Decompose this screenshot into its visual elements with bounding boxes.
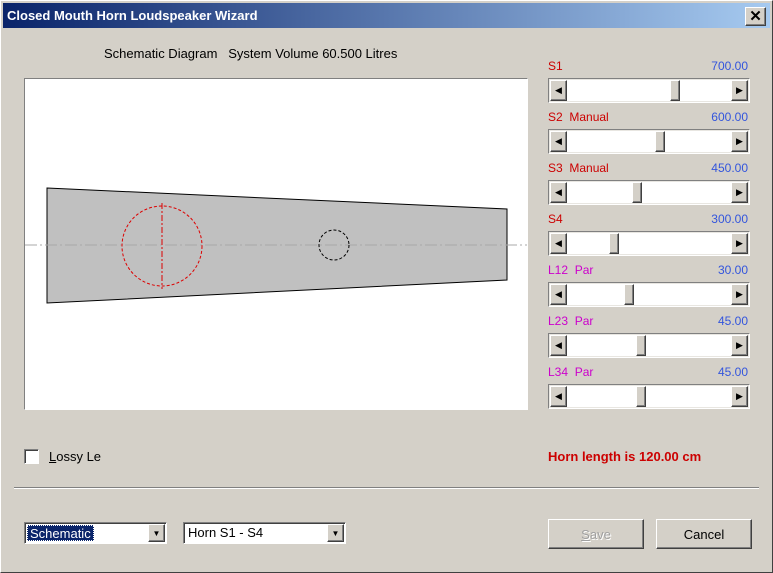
horn-length-text: Horn length is 120.00 cm xyxy=(548,449,702,464)
scrollbar-track-right[interactable] xyxy=(665,131,731,152)
scrollbar-thumb[interactable] xyxy=(624,284,634,305)
scrollbar-track-left[interactable] xyxy=(567,182,632,203)
param-scrollbar[interactable]: ◀ ▶ xyxy=(548,78,750,103)
separator xyxy=(14,487,759,489)
arrow-left-icon[interactable]: ◀ xyxy=(550,335,567,356)
scrollbar-thumb[interactable] xyxy=(670,80,680,101)
scrollbar-thumb[interactable] xyxy=(636,335,646,356)
param-label: S2 Manual xyxy=(548,110,609,124)
arrow-right-icon[interactable]: ▶ xyxy=(731,335,748,356)
title-bar: Closed Mouth Horn Loudspeaker Wizard ✕ xyxy=(3,3,770,28)
close-button[interactable]: ✕ xyxy=(745,7,766,26)
scrollbar-track-left[interactable] xyxy=(567,80,670,101)
arrow-right-icon[interactable]: ▶ xyxy=(731,284,748,305)
param-value: 450.00 xyxy=(711,161,748,175)
param-value: 30.00 xyxy=(717,263,748,277)
param-scrollbar[interactable]: ◀ ▶ xyxy=(548,180,750,205)
arrow-right-icon[interactable]: ▶ xyxy=(731,386,748,407)
window-title: Closed Mouth Horn Loudspeaker Wizard xyxy=(7,8,258,23)
arrow-left-icon[interactable]: ◀ xyxy=(550,80,567,101)
close-icon: ✕ xyxy=(749,8,762,25)
param-value: 45.00 xyxy=(717,365,748,379)
dropdown-arrow-icon[interactable]: ▼ xyxy=(327,524,344,542)
horn-section-value: Horn S1 - S4 xyxy=(188,525,264,540)
scrollbar-track-left[interactable] xyxy=(567,233,609,254)
param-scrollbar[interactable]: ◀ ▶ xyxy=(548,231,750,256)
dropdown-arrow-icon[interactable]: ▼ xyxy=(148,524,165,542)
arrow-right-icon[interactable]: ▶ xyxy=(731,80,748,101)
param-label: L12 Par xyxy=(548,263,594,277)
scrollbar-thumb[interactable] xyxy=(632,182,642,203)
horn-section-combo[interactable]: Horn S1 - S4 ▼ xyxy=(183,522,346,544)
cancel-button[interactable]: Cancel xyxy=(656,519,752,549)
save-button-accel: S xyxy=(581,526,590,542)
param-scrollbar[interactable]: ◀ ▶ xyxy=(548,333,750,358)
param-label: L23 Par xyxy=(548,314,594,328)
lossy-le-checkbox[interactable] xyxy=(24,449,39,464)
arrow-right-icon[interactable]: ▶ xyxy=(731,182,748,203)
param-label: S1 xyxy=(548,59,563,73)
diagram-title: Schematic Diagram System Volume 60.500 L… xyxy=(104,46,398,61)
lossy-le-label-text: ossy Le xyxy=(56,449,102,464)
wizard-window: Closed Mouth Horn Loudspeaker Wizard ✕ S… xyxy=(0,0,773,573)
save-button-text: ave xyxy=(589,526,611,542)
save-button[interactable]: Save xyxy=(548,519,644,549)
scrollbar-track-left[interactable] xyxy=(567,131,655,152)
scrollbar-track-left[interactable] xyxy=(567,335,636,356)
scrollbar-track-right[interactable] xyxy=(619,233,731,254)
horn-schematic xyxy=(25,187,527,304)
arrow-left-icon[interactable]: ◀ xyxy=(550,233,567,254)
scrollbar-thumb[interactable] xyxy=(636,386,646,407)
param-label: L34 Par xyxy=(548,365,594,379)
param-value: 600.00 xyxy=(711,110,748,124)
param-scrollbar[interactable]: ◀ ▶ xyxy=(548,282,750,307)
param-value: 700.00 xyxy=(711,59,748,73)
arrow-left-icon[interactable]: ◀ xyxy=(550,386,567,407)
arrow-left-icon[interactable]: ◀ xyxy=(550,182,567,203)
scrollbar-track-right[interactable] xyxy=(646,335,731,356)
scrollbar-track-right[interactable] xyxy=(646,386,731,407)
arrow-left-icon[interactable]: ◀ xyxy=(550,131,567,152)
scrollbar-track-left[interactable] xyxy=(567,386,636,407)
arrow-left-icon[interactable]: ◀ xyxy=(550,284,567,305)
param-value: 300.00 xyxy=(711,212,748,226)
param-label: S3 Manual xyxy=(548,161,609,175)
param-value: 45.00 xyxy=(717,314,748,328)
param-scrollbar[interactable]: ◀ ▶ xyxy=(548,384,750,409)
scrollbar-track-right[interactable] xyxy=(634,284,731,305)
scrollbar-thumb[interactable] xyxy=(609,233,619,254)
arrow-right-icon[interactable]: ▶ xyxy=(731,233,748,254)
scrollbar-thumb[interactable] xyxy=(655,131,665,152)
scrollbar-track-right[interactable] xyxy=(642,182,731,203)
lossy-le-label[interactable]: Lossy Le xyxy=(49,449,101,464)
param-label: S4 xyxy=(548,212,563,226)
arrow-right-icon[interactable]: ▶ xyxy=(731,131,748,152)
schematic-canvas xyxy=(24,78,528,410)
scrollbar-track-left[interactable] xyxy=(567,284,624,305)
scrollbar-track-right[interactable] xyxy=(680,80,731,101)
view-mode-combo[interactable]: Schematic ▼ xyxy=(24,522,167,544)
param-scrollbar[interactable]: ◀ ▶ xyxy=(548,129,750,154)
view-mode-value: Schematic xyxy=(27,525,94,541)
